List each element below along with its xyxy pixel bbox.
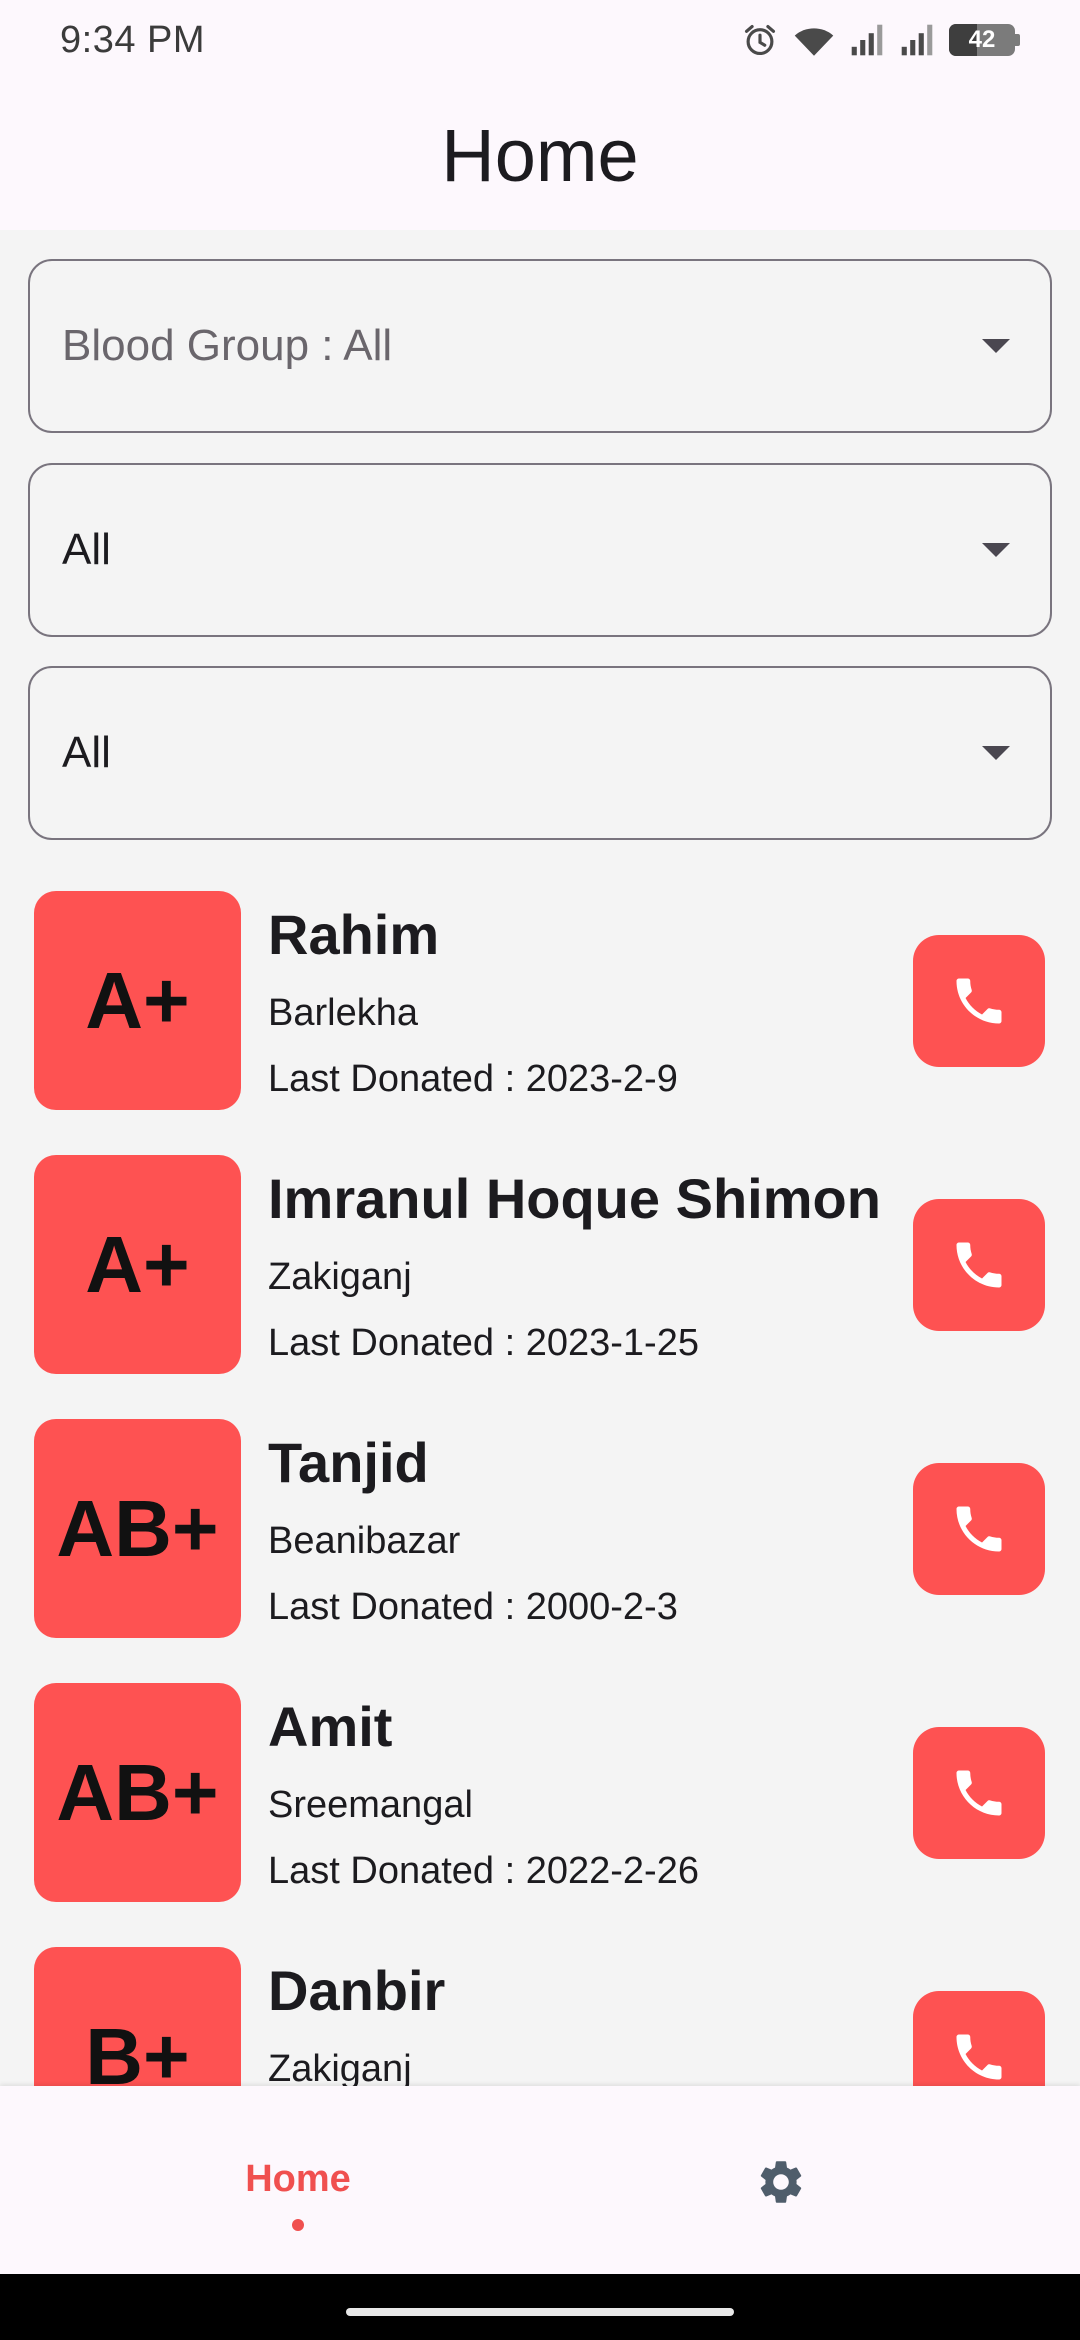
- list-item[interactable]: A+ Rahim Barlekha Last Donated : 2023-2-…: [0, 870, 1080, 1110]
- phone-icon: [956, 1242, 1002, 1288]
- call-button[interactable]: [913, 1991, 1045, 2086]
- system-nav-bar: [0, 2274, 1080, 2340]
- alarm-icon: [744, 24, 776, 56]
- donor-name: Imranul Hoque Shimon: [268, 1167, 881, 1230]
- blood-group-badge: AB+: [34, 1683, 241, 1902]
- blood-group-badge: B+: [34, 1947, 241, 2086]
- call-button[interactable]: [913, 1463, 1045, 1595]
- wifi-icon: [794, 28, 834, 56]
- last-donated: Last Donated : 2000-2-3: [268, 1586, 678, 1628]
- nav-settings-tab[interactable]: [753, 2154, 809, 2210]
- list-item[interactable]: AB+ Amit Sreemangal Last Donated : 2022-…: [0, 1662, 1080, 1902]
- dropdown-value: Blood Group : All: [62, 321, 393, 370]
- chevron-down-icon: [982, 339, 1010, 353]
- dropdown-value: All: [62, 525, 111, 574]
- chevron-down-icon: [982, 746, 1010, 760]
- blood-group-badge: AB+: [34, 1419, 241, 1638]
- donor-location: Zakiganj: [268, 1256, 412, 1298]
- active-indicator-dot: [292, 2219, 304, 2231]
- phone-icon: [956, 1506, 1002, 1552]
- page-title: Home: [441, 113, 639, 197]
- last-donated: Last Donated : 2023-1-25: [268, 1322, 699, 1364]
- donor-name: Tanjid: [268, 1431, 429, 1494]
- dropdown-value: All: [62, 728, 111, 777]
- donor-location: Barlekha: [268, 992, 418, 1034]
- donor-location: Sreemangal: [268, 1784, 473, 1826]
- status-icons: 42: [741, 21, 1020, 59]
- status-time: 9:34 PM: [60, 18, 206, 61]
- list-item[interactable]: A+ Imranul Hoque Shimon Zakiganj Last Do…: [0, 1134, 1080, 1374]
- list-item[interactable]: B+ Danbir Zakiganj: [0, 1926, 1080, 2086]
- app-bar: Home: [0, 80, 1080, 230]
- nav-home-tab[interactable]: Home: [198, 2086, 398, 2274]
- blood-group-dropdown[interactable]: Blood Group : All: [28, 259, 1052, 433]
- filter-dropdown-3[interactable]: All: [28, 666, 1052, 840]
- battery-icon: 42: [949, 24, 1020, 56]
- call-button[interactable]: [913, 1199, 1045, 1331]
- blood-group-badge: A+: [34, 1155, 241, 1374]
- phone-icon: [956, 2034, 1002, 2080]
- bottom-nav: Home: [0, 2086, 1080, 2274]
- home-indicator[interactable]: [346, 2308, 734, 2316]
- phone-icon: [956, 978, 1002, 1024]
- nav-home-label: Home: [245, 2158, 351, 2200]
- donor-name: Danbir: [268, 1959, 446, 2022]
- donor-location: Zakiganj: [268, 2048, 412, 2086]
- donor-list[interactable]: A+ Rahim Barlekha Last Donated : 2023-2-…: [0, 870, 1080, 2086]
- call-button[interactable]: [913, 935, 1045, 1067]
- call-button[interactable]: [913, 1727, 1045, 1859]
- donor-name: Rahim: [268, 903, 440, 966]
- blood-group-badge: A+: [34, 891, 241, 1110]
- donor-name: Amit: [268, 1695, 393, 1758]
- donor-location: Beanibazar: [268, 1520, 461, 1562]
- list-item[interactable]: AB+ Tanjid Beanibazar Last Donated : 200…: [0, 1398, 1080, 1638]
- chevron-down-icon: [982, 543, 1010, 557]
- signal-icon: [851, 24, 883, 56]
- last-donated: Last Donated : 2022-2-26: [268, 1850, 699, 1892]
- signal-icon: [901, 24, 933, 56]
- status-bar: 9:34 PM 42: [0, 0, 1080, 80]
- phone-icon: [956, 1770, 1002, 1816]
- battery-level: 42: [968, 26, 996, 53]
- last-donated: Last Donated : 2023-2-9: [268, 1058, 678, 1100]
- gear-icon: [760, 2161, 802, 2203]
- filter-dropdown-2[interactable]: All: [28, 463, 1052, 637]
